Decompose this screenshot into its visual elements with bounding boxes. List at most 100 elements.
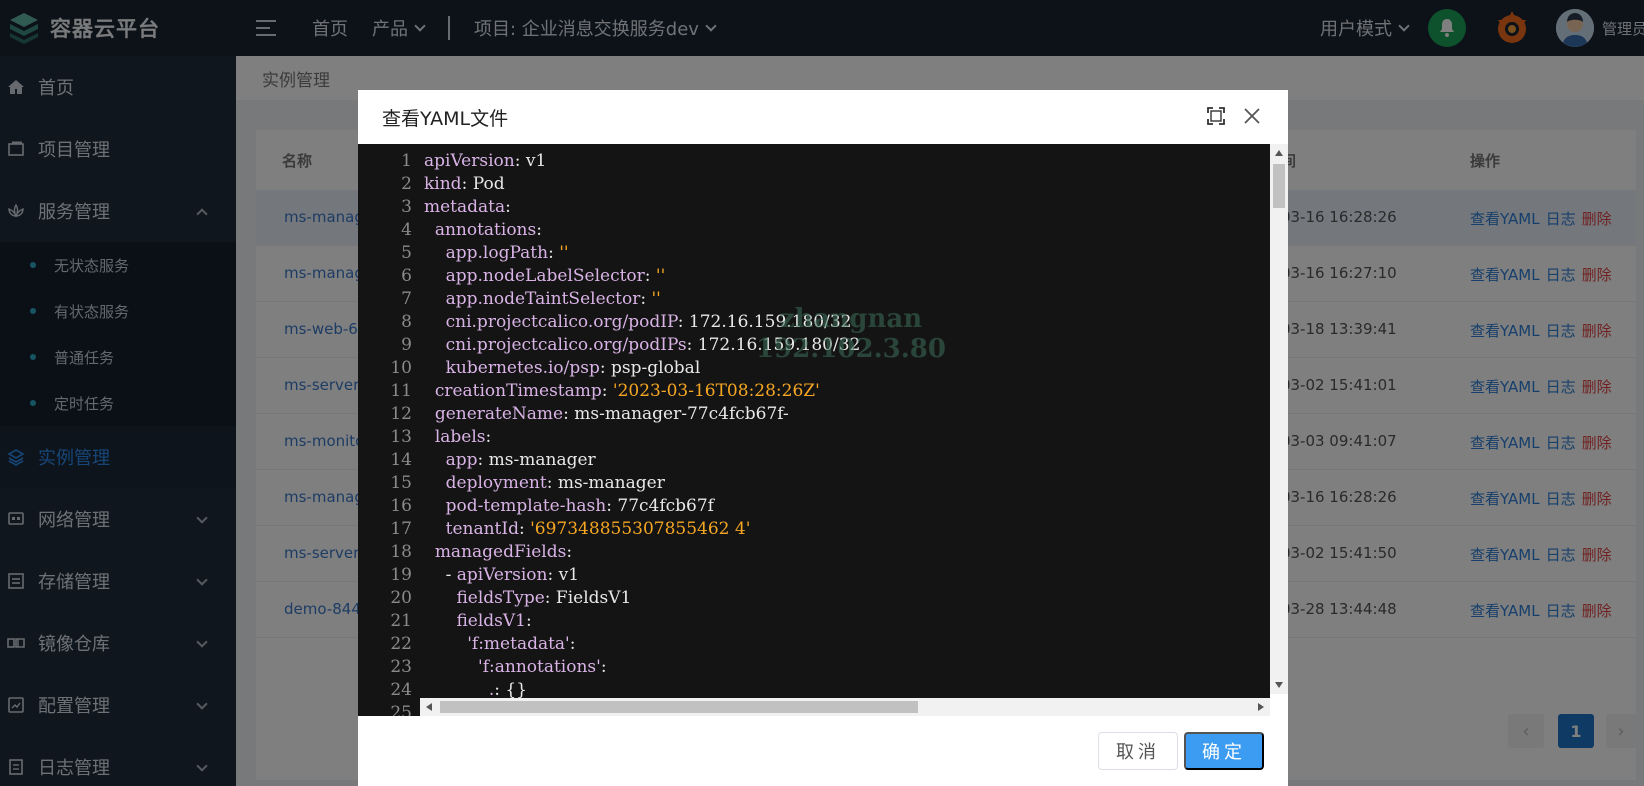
dialog-header: 查看YAML文件: [358, 90, 1288, 144]
line-number: 2: [401, 174, 412, 194]
yaml-key: fieldsType: [456, 588, 545, 608]
line-number: 6: [401, 266, 412, 286]
vertical-scrollbar[interactable]: [1270, 144, 1288, 694]
yaml-separator: :: [525, 611, 532, 631]
yaml-key: 'f:annotations': [478, 657, 601, 677]
yaml-code-content[interactable]: apiVersion: v1 kind: Pod metadata: annotat…: [424, 150, 1264, 716]
close-icon[interactable]: [1242, 106, 1262, 126]
yaml-value: '2023-03-16T08:28:26Z': [612, 381, 820, 401]
line-number: 20: [390, 588, 412, 608]
yaml-separator: :: [505, 197, 511, 217]
line-number: 9: [401, 335, 412, 355]
line-number: 5: [401, 243, 412, 263]
yaml-key: apiVersion: [456, 565, 548, 585]
code-indent: -: [424, 565, 457, 585]
scroll-right-arrow-icon[interactable]: [1258, 703, 1264, 711]
watermark-user: zhangnan: [779, 304, 923, 334]
scroll-left-arrow-icon[interactable]: [426, 703, 432, 711]
yaml-key: kind: [424, 174, 462, 194]
line-number: 3: [401, 197, 412, 217]
line-number: 11: [390, 381, 412, 401]
line-number: 22: [390, 634, 412, 654]
yaml-separator: :: [600, 657, 607, 677]
yaml-key: fieldsV1: [456, 611, 526, 631]
line-number: 17: [390, 519, 412, 539]
code-line: app.nodeLabelSelector: '': [424, 265, 1264, 288]
yaml-value: ms-manager: [488, 450, 596, 470]
yaml-separator: :: [547, 565, 559, 585]
yaml-key: apiVersion: [424, 151, 515, 171]
code-line: generateName: ms-manager-77c4fcb67f-: [424, 403, 1264, 426]
code-line: labels:: [424, 426, 1264, 449]
scrollbar-thumb[interactable]: [1273, 164, 1285, 208]
scrollbar-thumb[interactable]: [440, 701, 918, 713]
line-number: 23: [390, 657, 412, 677]
yaml-value: '697348855307855462 4': [530, 519, 751, 539]
line-number: 19: [390, 565, 412, 585]
line-number: 14: [390, 450, 412, 470]
scroll-up-arrow-icon[interactable]: [1275, 150, 1283, 156]
yaml-key: 'f:metadata': [467, 634, 570, 654]
yaml-separator: :: [563, 404, 575, 424]
yaml-key: app.logPath: [445, 243, 549, 263]
yaml-value: {}: [505, 680, 528, 700]
line-number: 24: [390, 680, 412, 700]
yaml-value: '': [655, 266, 666, 286]
code-line: deployment: ms-manager: [424, 472, 1264, 495]
yaml-key: cni.projectcalico.org/podIP: [445, 312, 678, 332]
yaml-key: generateName: [434, 404, 564, 424]
line-number: 1: [401, 151, 412, 171]
horizontal-scrollbar[interactable]: [420, 698, 1270, 716]
code-line: app.logPath: '': [424, 242, 1264, 265]
line-number: 7: [401, 289, 412, 309]
watermark-ip: 192.102.3.80: [756, 334, 946, 364]
yaml-separator: :: [536, 220, 542, 240]
code-line: 'f:annotations':: [424, 656, 1264, 679]
yaml-value: '': [559, 243, 569, 263]
yaml-value: ms-manager-77c4fcb67f-: [574, 404, 789, 424]
code-line: metadata:: [424, 196, 1264, 219]
yaml-separator: :: [566, 542, 573, 562]
code-line: app: ms-manager: [424, 449, 1264, 472]
line-number: 4: [401, 220, 412, 240]
yaml-key: tenantId: [445, 519, 519, 539]
confirm-button[interactable]: 确定: [1184, 732, 1264, 770]
code-line: - apiVersion: v1: [424, 564, 1264, 587]
yaml-separator: :: [477, 450, 489, 470]
code-line: fieldsType: FieldsV1: [424, 587, 1264, 610]
line-number: 12: [390, 404, 412, 424]
cancel-button[interactable]: 取消: [1098, 732, 1178, 770]
yaml-code-editor[interactable]: 1 2 3 4 5 6 7 8 9 10 11 12 13 14 15 16 17 18 19 20 21 22 23 24 2…: [358, 144, 1270, 716]
yaml-key: kubernetes.io/psp: [445, 358, 600, 378]
yaml-separator: :: [569, 634, 576, 654]
line-number: 15: [390, 473, 412, 493]
watermark: zhangnan 192.102.3.80: [756, 304, 946, 364]
scroll-down-arrow-icon[interactable]: [1275, 682, 1283, 688]
yaml-separator: :: [677, 312, 689, 332]
dialog-title: 查看YAML文件: [382, 107, 509, 130]
yaml-key: app.nodeTaintSelector: [445, 289, 641, 309]
line-number-gutter: 1 2 3 4 5 6 7 8 9 10 11 12 13 14 15 16 17 18 19 20 21 22 23 24 2…: [358, 150, 416, 716]
yaml-separator: :: [601, 381, 613, 401]
yaml-key: creationTimestamp: [434, 381, 602, 401]
fullscreen-icon[interactable]: [1206, 106, 1226, 126]
yaml-separator: :: [606, 496, 618, 516]
yaml-value: 77c4fcb67f: [617, 496, 714, 516]
yaml-key: metadata: [424, 197, 506, 217]
yaml-key: managedFields: [434, 542, 567, 562]
yaml-key: app: [445, 450, 478, 470]
